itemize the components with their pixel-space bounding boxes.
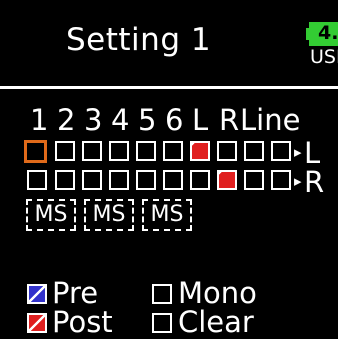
battery-level: 4.7 — [318, 22, 338, 44]
column-header-r: R — [219, 103, 240, 137]
ms-link-3-4[interactable]: MS — [84, 199, 134, 231]
column-header-4: 4 — [111, 103, 130, 137]
column-header-6: 6 — [165, 103, 184, 137]
battery-icon: 4.7 — [306, 22, 338, 46]
post-label: Post — [52, 305, 113, 339]
pre-swatch-icon — [27, 284, 47, 304]
pre-label: Pre — [52, 276, 99, 310]
mono-label[interactable]: Mono — [178, 279, 257, 308]
cell-r2-line-l[interactable] — [244, 170, 264, 190]
cell-r2-l[interactable] — [190, 170, 210, 190]
power-source-label: USB — [310, 46, 338, 68]
page-title: Setting 1 — [66, 22, 212, 58]
cell-r1-c6[interactable] — [163, 141, 183, 161]
clear-checkbox[interactable] — [152, 313, 172, 333]
post-swatch-icon — [27, 313, 47, 333]
column-header-2: 2 — [57, 103, 76, 137]
column-header-line: Line — [240, 103, 301, 137]
cell-r1-c2[interactable] — [55, 141, 75, 161]
ms-link-5-6[interactable]: MS — [142, 199, 192, 231]
cell-r2-c1[interactable] — [27, 170, 47, 190]
cell-r1-c1[interactable] — [24, 140, 47, 163]
cell-r2-c3[interactable] — [82, 170, 102, 190]
cell-r2-c5[interactable] — [136, 170, 156, 190]
column-header-5: 5 — [138, 103, 157, 137]
cell-r1-r[interactable] — [217, 141, 237, 161]
cell-r2-line-r[interactable] — [271, 170, 291, 190]
cell-r2-c4[interactable] — [109, 170, 129, 190]
clear-label[interactable]: Clear — [178, 308, 254, 337]
column-header-1: 1 — [30, 103, 49, 137]
cell-r1-c5[interactable] — [136, 141, 156, 161]
route-label-2: R — [304, 165, 325, 199]
cell-r1-line-l[interactable] — [244, 141, 264, 161]
arrow-right-icon: ▸ — [294, 143, 302, 161]
cell-r1-c3[interactable] — [82, 141, 102, 161]
cell-r1-line-r[interactable] — [271, 141, 291, 161]
arrow-right-icon: ▸ — [294, 172, 302, 190]
cell-r2-c2[interactable] — [55, 170, 75, 190]
mono-checkbox[interactable] — [152, 284, 172, 304]
cell-r2-c6[interactable] — [163, 170, 183, 190]
column-header-3: 3 — [84, 103, 103, 137]
cell-r1-l[interactable] — [190, 141, 210, 161]
cell-r2-r[interactable] — [217, 170, 237, 190]
title-bar: Setting 1 4.7 USB — [0, 0, 338, 89]
cell-r1-c4[interactable] — [109, 141, 129, 161]
column-header-l: L — [192, 103, 209, 137]
ms-link-1-2[interactable]: MS — [26, 199, 76, 231]
